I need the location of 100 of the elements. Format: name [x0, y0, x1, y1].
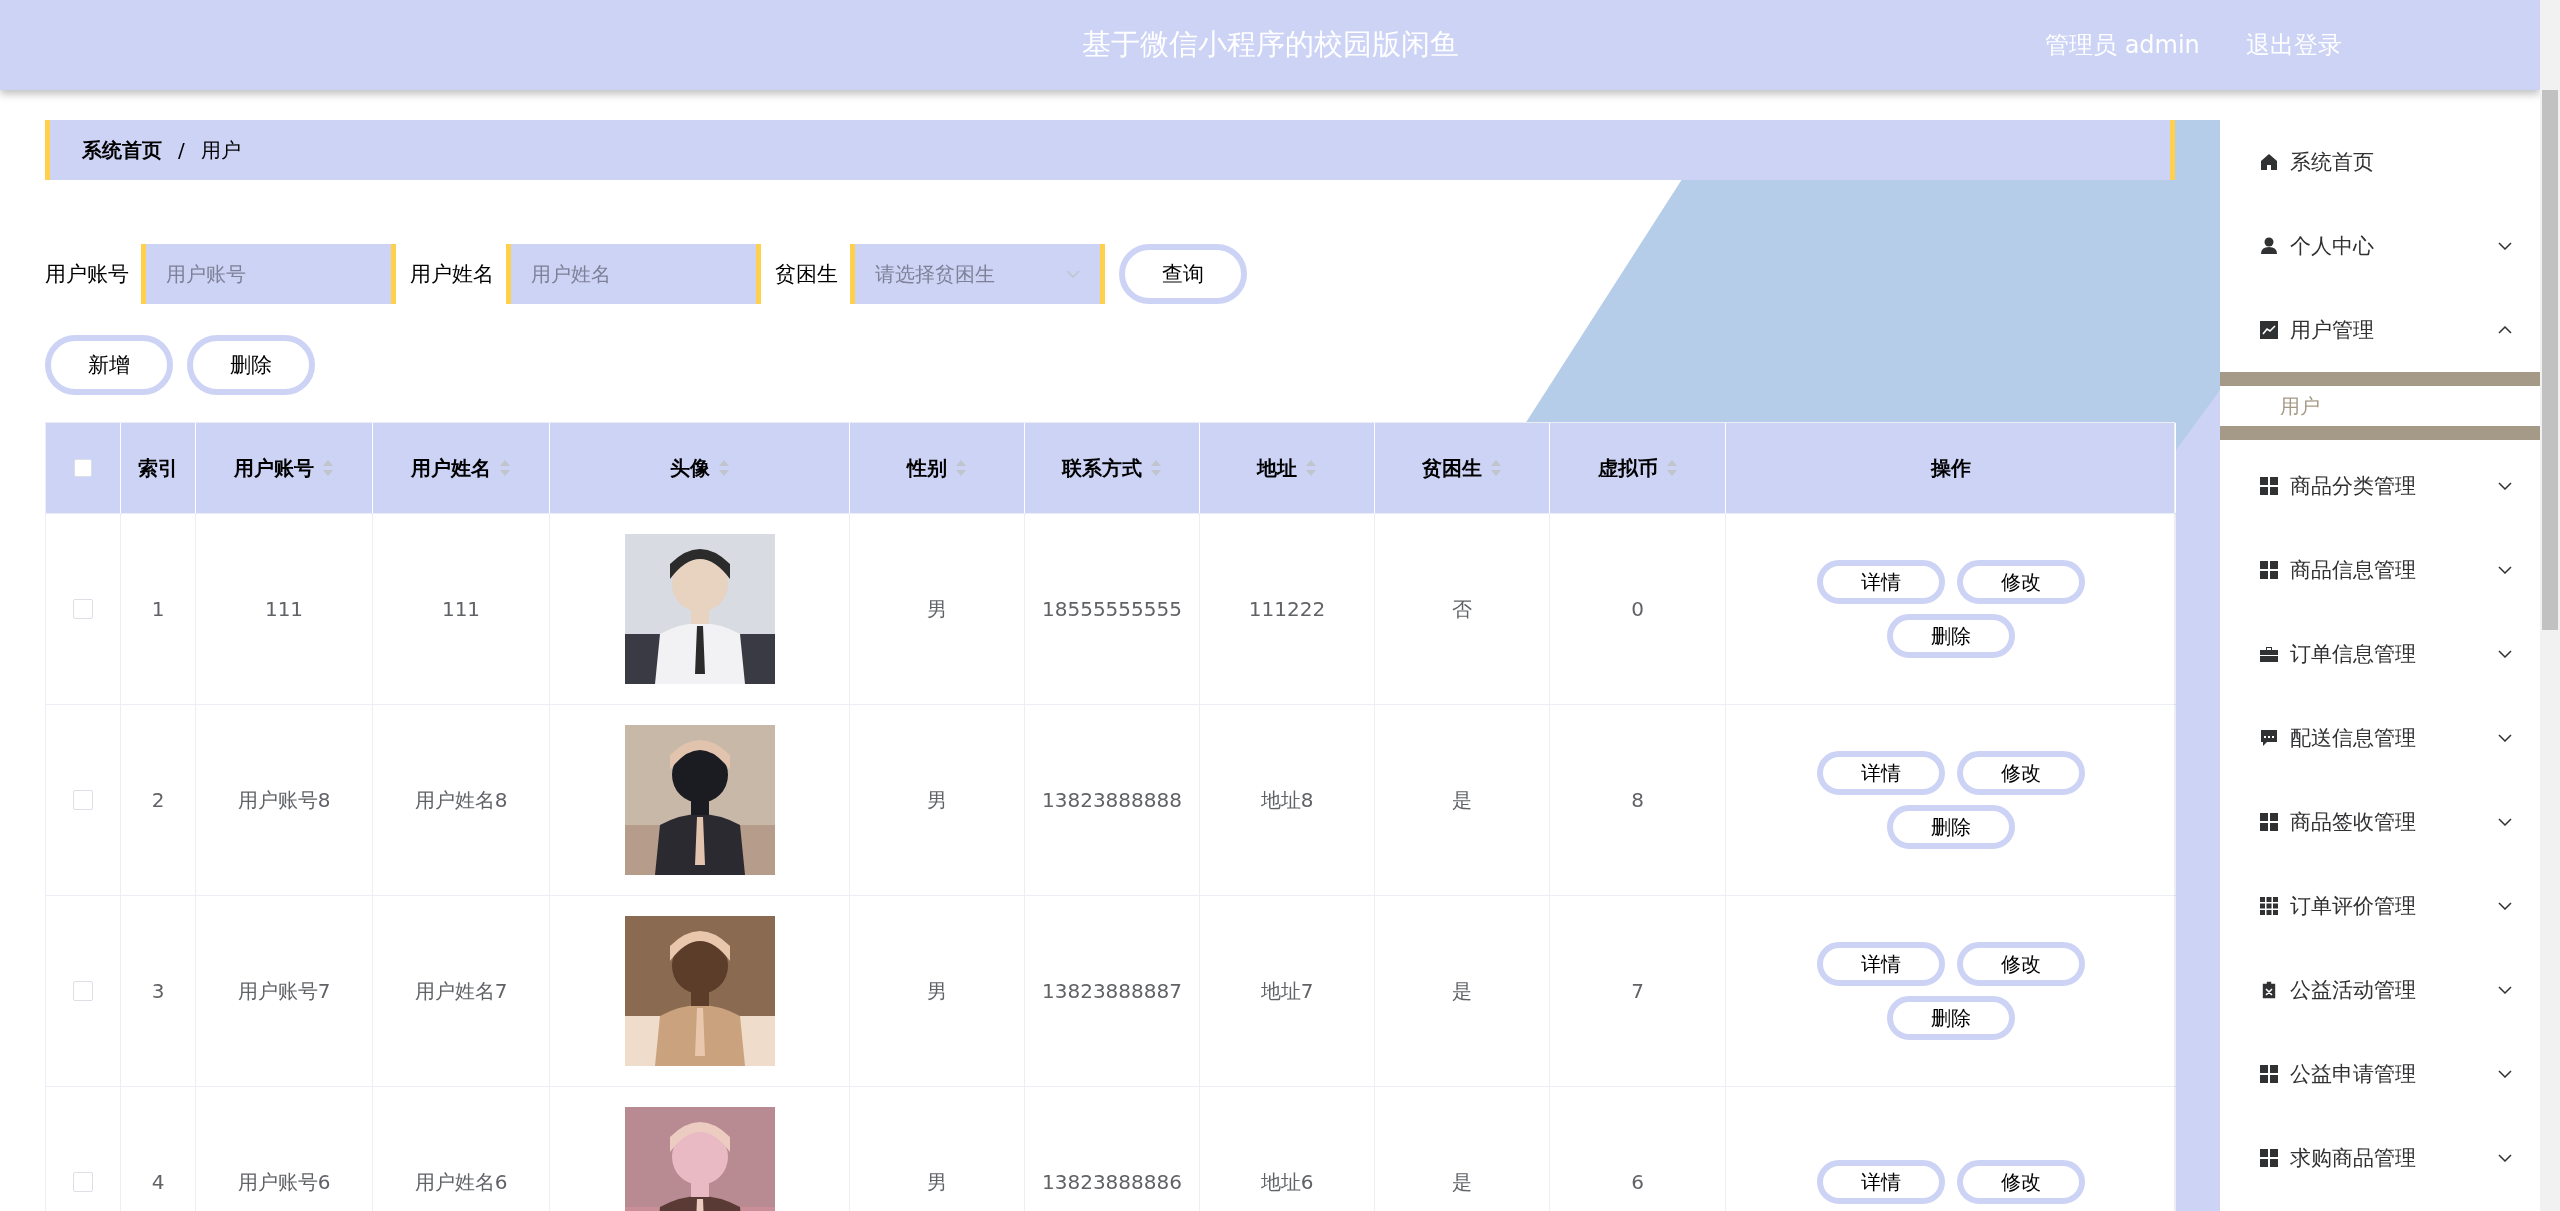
search-field[interactable]: 用户姓名: [506, 244, 761, 304]
search-button[interactable]: 查询: [1119, 244, 1247, 304]
table-cell: 13823888888: [1042, 788, 1182, 812]
table-cell: 2: [151, 788, 165, 812]
column-header: 贫困生: [1422, 454, 1482, 482]
sort-icon[interactable]: [717, 459, 730, 477]
menu-item[interactable]: 用户管理: [2220, 288, 2540, 372]
table-cell: 13823888887: [1042, 979, 1182, 1003]
row-checkbox[interactable]: [73, 981, 93, 1001]
menu-item[interactable]: 商品信息管理: [2220, 528, 2540, 612]
sort-icon[interactable]: [1305, 459, 1317, 477]
menu-item[interactable]: 订单评价管理: [2220, 864, 2540, 948]
column-header: 操作: [1930, 454, 1971, 482]
table-cell: 用户账号8: [237, 786, 331, 814]
table-cell: 6: [1631, 1170, 1644, 1194]
table-cell: 男: [927, 1168, 947, 1196]
grid-icon: [2260, 561, 2278, 579]
row-checkbox[interactable]: [73, 790, 93, 810]
table-cell: 地址6: [1260, 1168, 1314, 1196]
column-header: 虚拟币: [1597, 454, 1658, 482]
sort-icon[interactable]: [499, 459, 511, 477]
row-action-button[interactable]: 删除: [1886, 614, 2015, 658]
table-cell: 地址7: [1260, 977, 1314, 1005]
table-cell: 男: [927, 595, 947, 623]
table-cell: 7: [1631, 979, 1644, 1003]
grid-icon: [2260, 897, 2278, 915]
briefcase-icon: [2260, 645, 2278, 663]
breadcrumb-link[interactable]: 系统首页: [82, 136, 162, 164]
menu-item[interactable]: 公益活动管理: [2220, 948, 2540, 1032]
row-action-button[interactable]: 修改: [1956, 560, 2085, 604]
grid-icon: [2260, 813, 2278, 831]
grid-icon: [2260, 1149, 2278, 1167]
table-cell: 是: [1452, 1168, 1472, 1196]
home-icon: [2260, 153, 2278, 171]
sort-icon[interactable]: [1665, 459, 1678, 477]
table-cell: 否: [1452, 595, 1472, 623]
table-cell: 3: [151, 979, 165, 1003]
field-label: 贫困生: [775, 261, 838, 288]
table-cell: 是: [1452, 786, 1472, 814]
column-header: 联系方式: [1062, 454, 1142, 482]
search-field[interactable]: 用户账号: [141, 244, 396, 304]
scrollbar[interactable]: [2540, 0, 2560, 1211]
menu-item[interactable]: 配送信息管理: [2220, 696, 2540, 780]
breadcrumb-link[interactable]: 用户: [200, 136, 241, 164]
row-checkbox[interactable]: [73, 1172, 93, 1192]
table-cell: 用户姓名8: [414, 786, 508, 814]
menu-item[interactable]: 订单信息管理: [2220, 612, 2540, 696]
table-cell: 111: [441, 597, 481, 621]
table-cell: 0: [1631, 597, 1644, 621]
chat-icon: [2260, 729, 2278, 747]
sort-icon[interactable]: [322, 459, 334, 477]
column-header: 用户账号: [234, 454, 314, 482]
table-cell: 111222: [1248, 597, 1326, 621]
table-cell: 4: [151, 1170, 165, 1194]
row-action-button[interactable]: 修改: [1956, 942, 2085, 986]
field-label: 用户账号: [45, 261, 129, 288]
table-cell: 8: [1631, 788, 1644, 812]
row-action-button[interactable]: 详情: [1816, 1160, 1945, 1204]
row-action-button[interactable]: 详情: [1816, 751, 1945, 795]
column-header: 用户姓名: [411, 454, 491, 482]
table-cell: 13823888886: [1042, 1170, 1182, 1194]
table-cell: 是: [1452, 977, 1472, 1005]
breadcrumb-separator: /: [178, 138, 185, 162]
action-button[interactable]: 新增: [45, 335, 173, 395]
action-button[interactable]: 删除: [187, 335, 315, 395]
menu-item[interactable]: 商品分类管理: [2220, 444, 2540, 528]
grid-icon: [2260, 477, 2278, 495]
menu-item[interactable]: 商品签收管理: [2220, 780, 2540, 864]
chart-icon: [2260, 321, 2278, 339]
column-header: 索引: [138, 454, 178, 482]
row-action-button[interactable]: 删除: [1886, 996, 2015, 1040]
row-action-button[interactable]: 删除: [1886, 805, 2015, 849]
row-action-button[interactable]: 修改: [1956, 1160, 2085, 1204]
menu-item[interactable]: 个人中心: [2220, 204, 2540, 288]
table-cell: 男: [927, 977, 947, 1005]
row-action-button[interactable]: 详情: [1816, 942, 1945, 986]
select-all-checkbox[interactable]: [74, 459, 92, 477]
menu-item[interactable]: 求购商品管理: [2220, 1116, 2540, 1200]
table-cell: 18555555555: [1042, 597, 1182, 621]
column-header: 头像: [669, 454, 710, 482]
row-action-button[interactable]: 修改: [1956, 751, 2085, 795]
row-checkbox[interactable]: [73, 599, 93, 619]
sort-icon[interactable]: [1490, 459, 1502, 477]
column-header: 性别: [907, 454, 947, 482]
grid-icon: [2260, 1065, 2278, 1083]
table-cell: 用户账号6: [237, 1168, 331, 1196]
row-action-button[interactable]: 详情: [1816, 560, 1945, 604]
user-icon: [2260, 237, 2278, 255]
sort-icon[interactable]: [1150, 459, 1162, 477]
table-cell: 1: [151, 597, 165, 621]
table-cell: 用户姓名7: [414, 977, 508, 1005]
column-header: 地址: [1257, 454, 1297, 482]
menu-item[interactable]: 公益申请管理: [2220, 1032, 2540, 1116]
table-cell: 用户姓名6: [414, 1168, 508, 1196]
table-cell: 地址8: [1260, 786, 1314, 814]
table-cell: 111: [264, 597, 304, 621]
sort-icon[interactable]: [955, 459, 967, 477]
chevron-down-icon: [1066, 270, 1080, 278]
field-label: 用户姓名: [410, 261, 494, 288]
menu-item[interactable]: 系统首页: [2220, 120, 2540, 204]
